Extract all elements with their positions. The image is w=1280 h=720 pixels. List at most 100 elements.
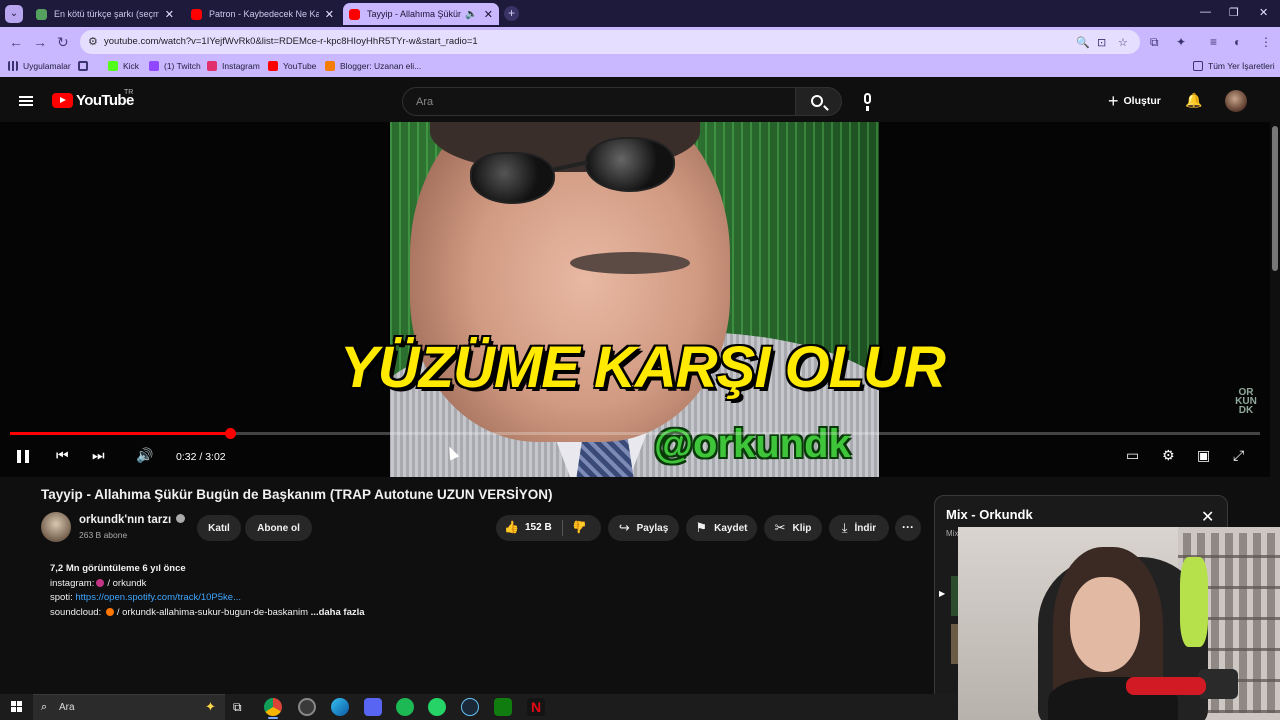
tab-search-button[interactable]: ⌄	[5, 5, 23, 23]
instagram-link[interactable]: / orkundk	[107, 578, 146, 589]
account-avatar[interactable]	[1225, 90, 1247, 112]
pause-icon[interactable]	[17, 450, 29, 463]
extensions-icon[interactable]: ✦	[1176, 35, 1186, 49]
windows-start-icon[interactable]	[11, 701, 22, 712]
menu-icon[interactable]	[19, 96, 33, 106]
instagram-icon	[207, 61, 217, 71]
whatsapp-icon[interactable]	[428, 698, 446, 716]
bookmark-apps[interactable]: Uygulamalar	[8, 61, 71, 71]
share-button[interactable]: ↪ Paylaş	[608, 515, 679, 541]
mix-title[interactable]: Mix - Orkundk	[946, 507, 1033, 522]
scrollbar-thumb[interactable]	[1272, 126, 1278, 271]
bookmark-youtube[interactable]: YouTube	[268, 61, 316, 71]
tab-favicon	[36, 8, 47, 20]
install-app-icon[interactable]: ⊡	[1097, 36, 1106, 49]
scissors-icon: ✂	[774, 520, 786, 535]
browser-tab-2[interactable]: Patron - Kaybedecek Ne Kaldı ✕	[185, 3, 340, 25]
browser-tab-active[interactable]: Tayyip - Allahıma Şükür Bugün de Başkanı…	[343, 3, 499, 25]
description-box[interactable]: 7,2 Mn görüntüleme 6 yıl önce instagram:…	[41, 556, 921, 630]
download-button[interactable]: ⤓ İndir	[829, 515, 889, 541]
restore-icon[interactable]: ❐	[1229, 6, 1239, 19]
zoom-icon[interactable]: 🔍	[1076, 36, 1090, 49]
xbox-icon[interactable]	[494, 698, 512, 716]
translate-icon[interactable]: ⧉	[1150, 35, 1159, 50]
download-label: İndir	[854, 522, 877, 534]
bookmark-twitch[interactable]: (1) Twitch	[149, 61, 201, 71]
task-view-icon[interactable]: ⧉	[233, 700, 242, 715]
youtube-logo-icon[interactable]	[52, 93, 73, 108]
search-input[interactable]: Ara	[402, 87, 796, 116]
bookmark-grid[interactable]	[78, 61, 93, 71]
bookmark-instagram[interactable]: Instagram	[207, 61, 260, 71]
bookmark-kick[interactable]: Kick	[108, 61, 139, 71]
channel-avatar[interactable]	[41, 512, 71, 542]
show-more-button[interactable]: ...daha fazla	[311, 607, 365, 618]
thumbs-up-icon[interactable]: 👍	[504, 520, 519, 534]
fullscreen-icon[interactable]: ⤢	[1233, 447, 1244, 464]
next-icon[interactable]: ⏭	[92, 447, 105, 464]
spotify-label: spoti:	[50, 592, 73, 603]
tab-close-icon[interactable]: ✕	[325, 8, 334, 21]
bookmark-label: Blogger: Uzanan eli...	[340, 61, 422, 71]
clip-button[interactable]: ✂ Klip	[764, 515, 822, 541]
minimize-icon[interactable]: —	[1200, 6, 1211, 18]
theater-mode-icon[interactable]: ▣	[1197, 447, 1210, 464]
speaker-icon[interactable]: 🔈	[465, 9, 477, 20]
profile-avatar[interactable]: ◐	[1234, 35, 1241, 49]
all-bookmarks[interactable]: Tüm Yer İşaretleri	[1193, 61, 1275, 71]
webcam-overlay	[958, 527, 1280, 720]
new-tab-button[interactable]: +	[504, 6, 519, 21]
search-button[interactable]	[795, 87, 842, 116]
spotify-icon[interactable]	[396, 698, 414, 716]
progress-scrubber[interactable]	[224, 428, 236, 439]
progress-bar[interactable]	[10, 428, 1260, 439]
close-window-icon[interactable]: ✕	[1259, 6, 1268, 19]
address-bar[interactable]: ⚙ youtube.com/watch?v=1IYejfWvRk0&list=R…	[80, 30, 1140, 54]
bookmark-star-icon[interactable]: ☆	[1118, 36, 1128, 49]
browser-tab-1[interactable]: En kötü türkçe şarkı (seçmek çok zor) ✕	[30, 3, 180, 25]
channel-watermark-logo[interactable]: OR KUN DK	[1231, 388, 1261, 418]
previous-icon[interactable]: ⏮	[56, 447, 69, 464]
chrome-icon[interactable]	[264, 698, 282, 716]
join-button[interactable]: Katıl	[197, 515, 241, 541]
now-playing-icon: ▶	[939, 589, 946, 598]
netflix-icon[interactable]: N	[527, 698, 545, 716]
settings-gear-icon[interactable]: ⚙	[1162, 447, 1175, 464]
chrome-menu-icon[interactable]: ⋮	[1260, 35, 1272, 49]
chair-accent	[1180, 557, 1208, 647]
soundcloud-link[interactable]: / orkundk-allahima-sukur-bugun-de-baskan…	[117, 607, 308, 618]
discord-icon[interactable]	[364, 698, 382, 716]
taskbar-search[interactable]: ⌕ Ara ✦	[33, 694, 225, 720]
subscribe-button[interactable]: Abone ol	[245, 515, 312, 541]
more-actions-icon[interactable]: ···	[895, 515, 921, 541]
create-button[interactable]: + Oluştur	[1100, 89, 1169, 113]
tab-close-icon[interactable]: ✕	[165, 8, 174, 21]
bookmark-label: (1) Twitch	[164, 61, 201, 71]
video-player[interactable]: YÜZÜME KARŞI OLUR @orkundk OR KUN DK ⏮ ⏭ 🔊…	[0, 122, 1270, 477]
reading-list-icon[interactable]: ≡	[1210, 35, 1217, 49]
reload-icon[interactable]: ↻	[57, 34, 69, 51]
subtitles-icon[interactable]: ▭	[1126, 447, 1139, 464]
clip-label: Klip	[792, 522, 812, 534]
steam-icon[interactable]	[461, 698, 479, 716]
notifications-bell-icon[interactable]: 🔔	[1185, 92, 1202, 109]
volume-icon[interactable]: 🔊	[136, 447, 153, 464]
voice-search-button[interactable]	[854, 88, 881, 115]
youtube-header: YouTube TR Ara + Oluştur 🔔	[0, 80, 1280, 122]
channel-name[interactable]: orkundk'nın tarzı	[79, 514, 186, 526]
save-button[interactable]: ⚑ Kaydet	[686, 515, 757, 541]
forward-arrow-icon[interactable]: →	[33, 34, 47, 50]
youtube-icon	[268, 61, 278, 71]
obs-icon[interactable]	[298, 698, 316, 716]
progress-fill	[10, 432, 230, 435]
site-info-icon[interactable]: ⚙	[88, 35, 98, 48]
spotify-link[interactable]: https://open.spotify.com/track/10P5ke...	[75, 592, 241, 603]
tab-close-icon[interactable]: ✕	[484, 8, 493, 21]
bookmark-blogger[interactable]: Blogger: Uzanan eli...	[325, 61, 421, 71]
like-count[interactable]: 152 B	[525, 522, 552, 533]
back-arrow-icon[interactable]: ←	[9, 34, 23, 50]
edge-icon[interactable]	[331, 698, 349, 716]
close-icon[interactable]: ✕	[1201, 510, 1214, 526]
folder-icon	[1193, 61, 1203, 71]
thumbs-down-icon[interactable]: 👍	[572, 520, 587, 534]
